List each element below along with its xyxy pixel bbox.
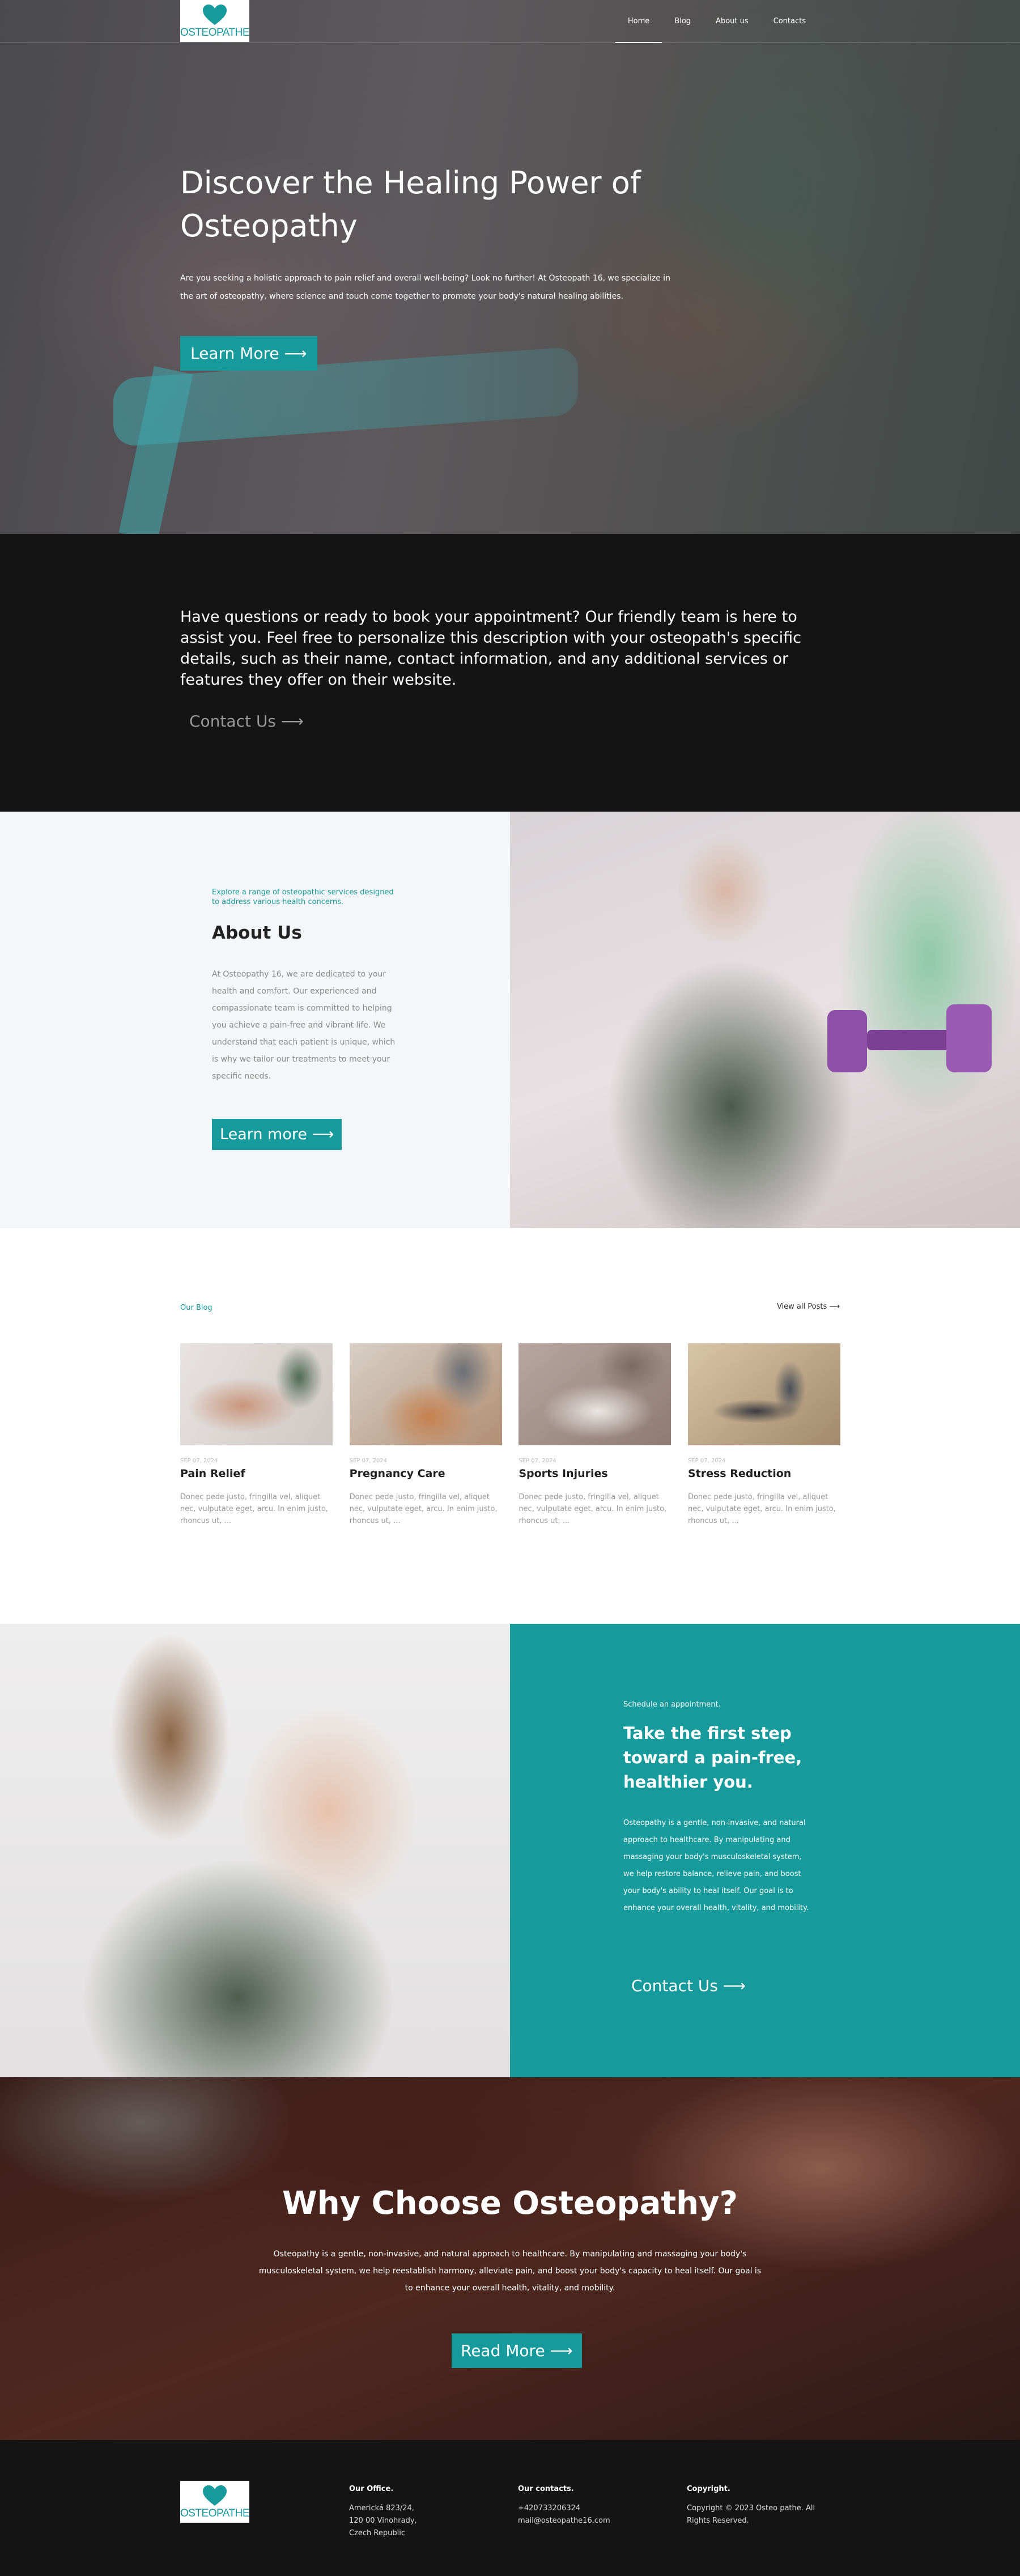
schedule-panel: Schedule an appointment. Take the first … [510,1624,1020,2077]
hero-text: Are you seeking a holistic approach to p… [180,274,670,301]
blog-card-excerpt: Donec pede justo, fringilla vel, aliquet… [349,1493,498,1525]
blog-card-excerpt: Donec pede justo, fringilla vel, aliquet… [687,1493,836,1525]
footer-office-line2: 120 00 Vinohrady, [349,2516,417,2525]
logo-text: OSTEOPATHE [180,2507,250,2519]
footer-logo[interactable]: OSTEOPATHE [180,2481,250,2523]
nav-contacts[interactable]: Contacts [761,0,818,43]
footer: OSTEOPATHE Our Office. Americká 823/24, … [0,2440,1020,2576]
about-panel: Explore a range of osteopathic services … [0,812,510,1228]
footer-contacts-heading: Our contacts. [518,2485,574,2493]
blog-card-title[interactable]: Pregnancy Care [350,1467,502,1480]
why-text: Osteopathy is a gentle, non-invasive, an… [258,2250,762,2293]
about-learn-more-button[interactable]: Learn more ⟶ [212,1119,342,1150]
schedule-photo [0,1624,510,2077]
about-text: At Osteopathy 16, we are dedicated to yo… [212,970,396,1081]
site-logo[interactable]: OSTEOPATHE [180,0,250,42]
nav-about-us[interactable]: About us [703,0,761,43]
blog-card[interactable]: SEP 07, 2024 Pregnancy Care Donec pede j… [349,1343,502,1527]
blog-card-date: SEP 07, 2024 [180,1458,218,1464]
hero-section: OSTEOPATHE Home Blog About us Contacts D… [0,0,1020,534]
hero-title: Discover the Healing Power of Osteopathy [180,165,641,244]
why-content: Why Choose Osteopathy? Osteopathy is a g… [0,2077,1020,2440]
nav-home[interactable]: Home [615,0,662,43]
blog-card-title[interactable]: Sports Injuries [518,1467,671,1480]
blog-card-excerpt: Donec pede justo, fringilla vel, aliquet… [180,1493,328,1525]
blog-card-image[interactable] [687,1343,840,1445]
logo-text: OSTEOPATHE [180,26,250,39]
about-title: About Us [212,923,302,943]
why-title: Why Choose Osteopathy? [282,2185,738,2222]
about-section: Explore a range of osteopathic services … [0,812,1020,1228]
blog-card[interactable]: SEP 07, 2024 Sports Injuries Donec pede … [518,1343,672,1527]
schedule-text: Osteopathy is a gentle, non-invasive, an… [623,1819,809,1912]
footer-office: Our Office. Americká 823/24, 120 00 Vino… [349,2485,508,2540]
contact-cta-section: Have questions or ready to book your app… [0,534,1020,812]
footer-copyright-text: Copyright © 2023 Osteo pathe. All Rights… [687,2504,815,2525]
blog-section: Our Blog View all Posts ⟶ SEP 07, 2024 P… [0,1228,1020,1624]
footer-office-line1: Americká 823/24, [349,2504,414,2513]
blog-card-date: SEP 07, 2024 [687,1458,726,1464]
blog-card[interactable]: SEP 07, 2024 Pain Relief Donec pede just… [180,1343,333,1527]
main-menu: Home Blog About us Contacts [615,0,818,43]
contact-cta-text: Have questions or ready to book your app… [180,608,802,689]
heart-logo-icon [203,4,227,25]
blog-card-image[interactable] [518,1343,672,1445]
footer-contacts: Our contacts. +420733206324 mail@osteopa… [518,2485,677,2527]
blog-card-title[interactable]: Stress Reduction [688,1467,840,1480]
view-all-posts-link[interactable]: View all Posts ⟶ [777,1302,840,1311]
footer-copyright-heading: Copyright. [687,2485,730,2493]
dumbbell-icon [827,1004,992,1072]
top-navigation: OSTEOPATHE Home Blog About us Contacts [0,0,1020,43]
blog-card-date: SEP 07, 2024 [349,1458,388,1464]
why-section: Why Choose Osteopathy? Osteopathy is a g… [0,2077,1020,2440]
heart-logo-icon [203,2485,227,2506]
footer-email-link[interactable]: mail@osteopathe16.com [518,2515,677,2527]
footer-office-heading: Our Office. [349,2485,394,2493]
about-photo [510,812,1020,1228]
schedule-section: Schedule an appointment. Take the first … [0,1624,1020,2077]
blog-card[interactable]: SEP 07, 2024 Stress Reduction Donec pede… [687,1343,840,1527]
blog-card-excerpt: Donec pede justo, fringilla vel, aliquet… [518,1493,667,1525]
footer-office-line3: Czech Republic [349,2529,405,2537]
contact-us-button[interactable]: Contact Us ⟶ [180,704,313,739]
nav-blog[interactable]: Blog [662,0,703,43]
blog-card-date: SEP 07, 2024 [518,1458,556,1464]
footer-phone-link[interactable]: +420733206324 [518,2502,677,2515]
hero-content: Discover the Healing Power of Osteopathy… [180,162,690,371]
schedule-contact-button[interactable]: Contact Us ⟶ [623,1968,754,2003]
hero-learn-more-button[interactable]: Learn More ⟶ [180,336,317,371]
footer-copyright: Copyright. Copyright © 2023 Osteo pathe.… [687,2485,840,2527]
blog-card-image[interactable] [349,1343,502,1445]
blog-kicker: Our Blog [180,1304,212,1312]
schedule-kicker: Schedule an appointment. [623,1700,721,1709]
blog-card-image[interactable] [180,1343,333,1445]
schedule-title: Take the first step toward a pain-free, … [623,1724,802,1792]
about-kicker: Explore a range of osteopathic services … [212,888,394,906]
blog-card-title[interactable]: Pain Relief [180,1467,333,1480]
why-read-more-button[interactable]: Read More ⟶ [452,2333,582,2368]
blog-cards: SEP 07, 2024 Pain Relief Donec pede just… [180,1343,840,1527]
